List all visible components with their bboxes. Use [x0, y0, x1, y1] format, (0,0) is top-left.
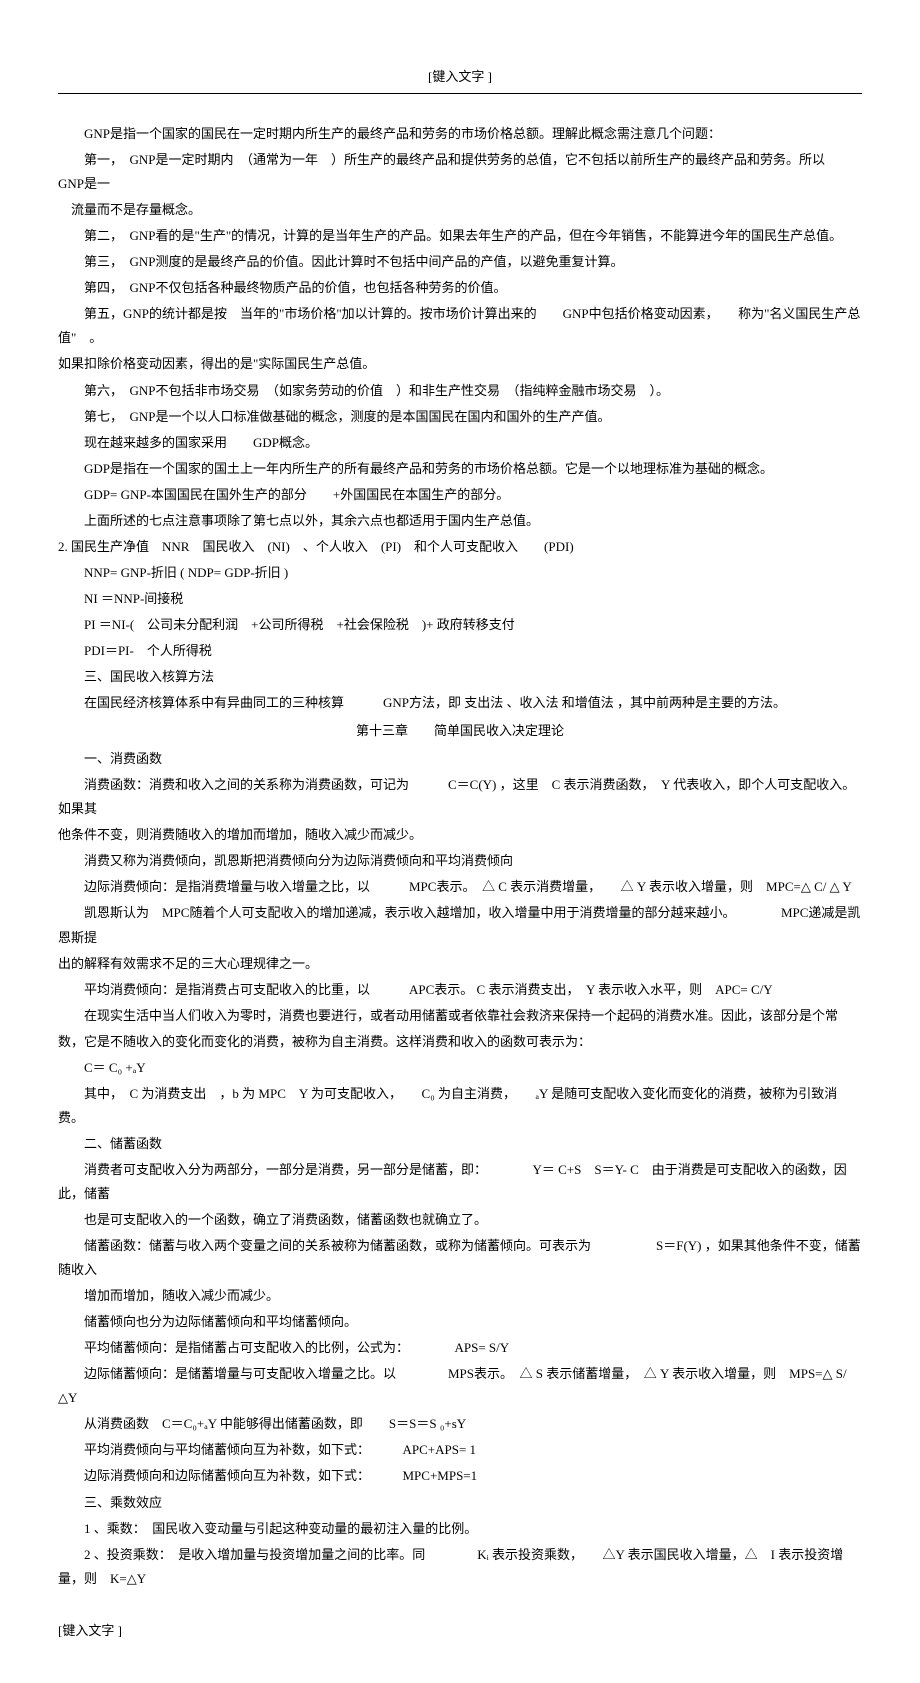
paragraph: 一、消费函数 [58, 747, 862, 771]
paragraph-cont: 增加而增加，随收入减少而减少。 [58, 1284, 862, 1308]
paragraph: 第四， GNP不仅包括各种最终物质产品的价值，也包括各种劳务的价值。 [58, 276, 862, 300]
paragraph-cont: 他条件不变，则消费随收入的增加而增加，随收入减少而减少。 [58, 823, 862, 847]
paragraph: 平均储蓄倾向：是指储蓄占可支配收入的比例，公式为： APS= S/Y [58, 1336, 862, 1360]
paragraph: NI ＝NNP-间接税 [58, 587, 862, 611]
paragraph: 消费函数：消费和收入之间的关系称为消费函数，可记为 C＝C(Y) ，这里 C 表… [58, 773, 862, 821]
paragraph: PDI＝PI- 个人所得税 [58, 639, 862, 663]
paragraph: 二、储蓄函数 [58, 1132, 862, 1156]
paragraph: 消费者可支配收入分为两部分，一部分是消费，另一部分是储蓄，即： Y＝ C+S S… [58, 1158, 862, 1206]
paragraph: PI ＝NI-( 公司未分配利润 +公司所得税 +社会保险税 )+ 政府转移支付 [58, 613, 862, 637]
paragraph: 第五，GNP的统计都是按 当年的"市场价格"加以计算的。按市场价计算出来的 GN… [58, 302, 862, 350]
paragraph: 储蓄倾向也分为边际储蓄倾向和平均储蓄倾向。 [58, 1310, 862, 1334]
paragraph: GDP= GNP-本国国民在国外生产的部分 +外国国民在本国生产的部分。 [58, 483, 862, 507]
paragraph-cont: 如果扣除价格变动因素，得出的是"实际国民生产总值。 [58, 352, 862, 376]
paragraph: 第七， GNP是一个以人口标准做基础的概念，测度的是本国国民在国内和国外的生产产… [58, 405, 862, 429]
paragraph: C＝ C₀ +ₐY [58, 1056, 862, 1080]
paragraph-cont: 数，它是不随收入的变化而变化的消费，被称为自主消费。这样消费和收入的函数可表示为… [58, 1030, 862, 1054]
paragraph-cont: 流量而不是存量概念。 [58, 198, 862, 222]
paragraph: 边际消费倾向：是指消费增量与收入增量之比，以 MPC表示。 △ C 表示消费增量… [58, 875, 862, 899]
section-heading: 2. 国民生产净值 NNR 国民收入 (NI) 、个人收入 (PI) 和个人可支… [58, 535, 862, 559]
paragraph: 凯恩斯认为 MPC随着个人可支配收入的增加递减，表示收入越增加，收入增量中用于消… [58, 901, 862, 949]
paragraph: 三、乘数效应 [58, 1491, 862, 1515]
paragraph: GNP是指一个国家的国民在一定时期内所生产的最终产品和劳务的市场价格总额。理解此… [58, 122, 862, 146]
paragraph: 第三， GNP测度的是最终产品的价值。因此计算时不包括中间产品的产值，以避免重复… [58, 250, 862, 274]
paragraph-cont: 也是可支配收入的一个函数，确立了消费函数，储蓄函数也就确立了。 [58, 1208, 862, 1232]
paragraph: 第二， GNP看的是"生产"的情况，计算的是当年生产的产品。如果去年生产的产品，… [58, 224, 862, 248]
paragraph: 在国民经济核算体系中有异曲同工的三种核算 GNP方法，即 支出法 、收入法 和增… [58, 691, 862, 715]
paragraph: 三、国民收入核算方法 [58, 665, 862, 689]
paragraph: 平均消费倾向与平均储蓄倾向互为补数，如下式： APC+APS= 1 [58, 1438, 862, 1462]
paragraph: 在现实生活中当人们收入为零时，消费也要进行，或者动用储蓄或者依靠社会救济来保持一… [58, 1004, 862, 1028]
paragraph: 现在越来越多的国家采用 GDP概念。 [58, 431, 862, 455]
paragraph: GDP是指在一个国家的国土上一年内所生产的所有最终产品和劳务的市场价格总额。它是… [58, 457, 862, 481]
paragraph: NNP= GNP-折旧 ( NDP= GDP-折旧 ) [58, 561, 862, 585]
paragraph: 1 、乘数： 国民收入变动量与引起这种变动量的最初注入量的比例。 [58, 1517, 862, 1541]
paragraph: 消费又称为消费倾向，凯恩斯把消费倾向分为边际消费倾向和平均消费倾向 [58, 849, 862, 873]
header-rule [58, 93, 862, 94]
paragraph: 第一， GNP是一定时期内 （通常为一年 ）所生产的最终产品和提供劳务的总值，它… [58, 148, 862, 196]
paragraph: 边际消费倾向和边际储蓄倾向互为补数，如下式： MPC+MPS=1 [58, 1464, 862, 1488]
paragraph: 储蓄函数：储蓄与收入两个变量之间的关系被称为储蓄函数，或称为储蓄倾向。可表示为 … [58, 1234, 862, 1282]
paragraph: 2 、投资乘数： 是收入增加量与投资增加量之间的比率。同 Kᵢ 表示投资乘数， … [58, 1543, 862, 1591]
footer-placeholder: [键入文字 ] [58, 1619, 862, 1643]
paragraph: 上面所述的七点注意事项除了第七点以外，其余六点也都适用于国内生产总值。 [58, 509, 862, 533]
paragraph: 第六， GNP不包括非市场交易 （如家务劳动的价值 ）和非生产性交易 （指纯粹金… [58, 379, 862, 403]
paragraph: 平均消费倾向：是指消费占可支配收入的比重，以 APC表示。 C 表示消费支出， … [58, 978, 862, 1002]
chapter-title: 第十三章 简单国民收入决定理论 [58, 719, 862, 743]
paragraph-cont: 出的解释有效需求不足的三大心理规律之一。 [58, 952, 862, 976]
header-placeholder: [键入文字 ] [58, 65, 862, 89]
paragraph: 边际储蓄倾向：是储蓄增量与可支配收入增量之比。以 MPS表示。 △ S 表示储蓄… [58, 1362, 862, 1410]
paragraph: 其中， C 为消费支出 ，b 为 MPC Y 为可支配收入， C₀ 为自主消费，… [58, 1082, 862, 1130]
paragraph: 从消费函数 C＝C₀+ₐY 中能够得出储蓄函数，即 S＝S＝S ₀+sY [58, 1412, 862, 1436]
